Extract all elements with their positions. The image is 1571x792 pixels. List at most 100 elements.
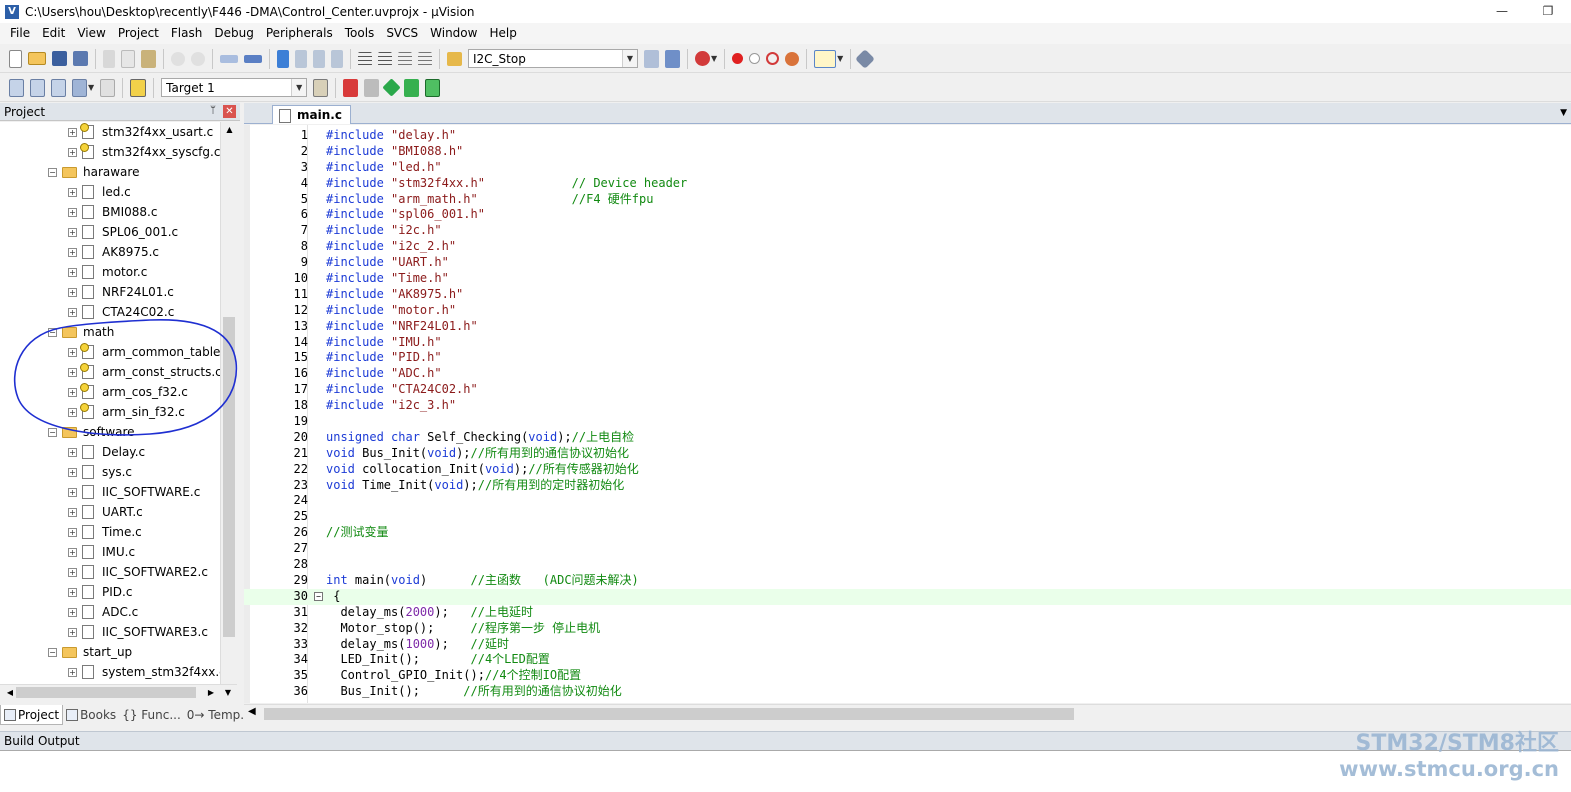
menu-item-project[interactable]: Project (112, 23, 165, 44)
expand-icon[interactable]: + (68, 447, 77, 457)
bookmark-prev-icon[interactable] (295, 49, 307, 68)
scroll-down-icon[interactable]: ▼ (220, 685, 236, 700)
tab-project[interactable]: Project (0, 705, 64, 725)
expand-icon[interactable]: + (68, 407, 77, 417)
chevron-down-icon[interactable]: ▼ (622, 50, 637, 67)
cut-icon[interactable] (103, 49, 115, 68)
expand-icon[interactable]: + (68, 667, 77, 677)
expand-icon[interactable]: + (68, 227, 77, 237)
paste-icon[interactable] (141, 49, 156, 68)
expand-icon[interactable]: + (68, 607, 77, 617)
open-folder-icon[interactable] (28, 52, 46, 65)
find-combo[interactable]: I2C_Stop ▼ (468, 49, 638, 68)
manage-rte-icon[interactable] (382, 78, 401, 97)
code-line[interactable]: 4 #include "stm32f4xx.h" // Device header (244, 176, 1571, 192)
code-line[interactable]: 31 delay_ms(2000); //上电延时 (244, 605, 1571, 621)
code-line[interactable]: 21 void Bus_Init(void);//所有用到的通信协议初始化 (244, 446, 1571, 462)
scroll-up-icon[interactable]: ▲ (221, 122, 238, 138)
expand-icon[interactable]: + (68, 587, 77, 597)
menu-item-edit[interactable]: Edit (36, 23, 71, 44)
expand-icon[interactable]: + (68, 567, 77, 577)
code-line[interactable]: 25 (244, 509, 1571, 525)
code-line[interactable]: 12 #include "motor.h" (244, 303, 1571, 319)
download-load-icon[interactable] (130, 78, 147, 97)
bookmark-insert-icon[interactable] (277, 49, 289, 68)
expand-icon[interactable]: + (68, 307, 77, 317)
tree-file-iic-software-c[interactable]: + IIC_SOFTWARE.c (68, 482, 200, 502)
code-line[interactable]: 15 #include "PID.h" (244, 350, 1571, 366)
code-line[interactable]: 26 //测试变量 (244, 525, 1571, 541)
editor-horizontal-scrollbar[interactable]: ◀ (244, 704, 1571, 722)
menu-item-file[interactable]: File (4, 23, 36, 44)
code-editor[interactable]: 1 #include "delay.h" 2 #include "BMI088.h" 3… (244, 125, 1571, 703)
chevron-down-icon[interactable]: ▼ (88, 83, 94, 92)
code-line[interactable]: 3 #include "led.h" (244, 160, 1571, 176)
tab-func[interactable]: {} Func... (119, 705, 184, 725)
expand-icon[interactable]: + (68, 287, 77, 297)
bookmark-clear-icon[interactable] (331, 49, 343, 68)
manage-project-items-icon[interactable] (343, 78, 359, 97)
chevron-down-icon[interactable]: ▼ (837, 54, 843, 63)
save-all-icon[interactable] (73, 51, 88, 66)
project-horizontal-scrollbar[interactable]: ◀ ▶ ▼ (0, 684, 237, 700)
code-line[interactable]: 24 (244, 493, 1571, 509)
bookmark-next-icon[interactable] (313, 49, 325, 68)
configure-wrench-icon[interactable] (855, 48, 876, 69)
tree-file-delay-c[interactable]: + Delay.c (68, 442, 145, 462)
expand-icon[interactable]: + (68, 367, 77, 377)
scroll-left-icon[interactable]: ◀ (248, 706, 256, 717)
code-line[interactable]: 32 Motor_stop(); //程序第一步 停止电机 (244, 621, 1571, 637)
stop-build-icon[interactable] (100, 78, 116, 97)
expand-icon[interactable]: + (68, 547, 77, 557)
tree-file-motor-c[interactable]: + motor.c (68, 262, 147, 282)
tree-file-led-c[interactable]: + led.c (68, 182, 131, 202)
tree-file-arm-cos-f32-c[interactable]: + arm_cos_f32.c (68, 382, 188, 402)
incremental-find-icon[interactable] (665, 49, 680, 68)
expand-icon[interactable]: + (68, 207, 77, 217)
tree-group-math[interactable]: − math (48, 322, 114, 342)
unindent-icon[interactable] (378, 51, 392, 66)
tab-list-icon[interactable]: ▼ (1560, 108, 1567, 118)
select-packs-icon[interactable] (364, 78, 380, 97)
tree-group-software[interactable]: − software (48, 422, 135, 442)
expand-icon[interactable]: + (68, 187, 77, 197)
indent-icon[interactable] (358, 51, 372, 66)
uncomment-icon[interactable] (418, 51, 432, 66)
collapse-icon[interactable]: − (48, 327, 57, 337)
tree-file-stm32f4xx-usart-c[interactable]: + stm32f4xx_usart.c (68, 122, 213, 142)
code-line[interactable]: 8 #include "i2c_2.h" (244, 239, 1571, 255)
expand-icon[interactable]: + (68, 387, 77, 397)
scrollbar-thumb[interactable] (16, 687, 196, 698)
expand-icon[interactable]: + (68, 487, 77, 497)
tree-file-iic-software3-c[interactable]: + IIC_SOFTWARE3.c (68, 622, 208, 642)
code-line[interactable]: 19 (244, 414, 1571, 430)
scrollbar-thumb[interactable] (264, 708, 1074, 720)
code-line[interactable]: 30− { (244, 588, 1571, 605)
tree-file-nrf24l01-c[interactable]: + NRF24L01.c (68, 282, 174, 302)
code-line[interactable]: 13 #include "NRF24L01.h" (244, 319, 1571, 335)
menu-item-flash[interactable]: Flash (165, 23, 208, 44)
scrollbar-thumb[interactable] (223, 317, 235, 637)
tab-main-c[interactable]: main.c (272, 105, 351, 124)
code-line[interactable]: 11 #include "AK8975.h" (244, 287, 1571, 303)
tree-file-system-stm32f4xx-c[interactable]: + system_stm32f4xx.c (68, 662, 220, 682)
tree-file-spl06-001-c[interactable]: + SPL06_001.c (68, 222, 178, 242)
expand-icon[interactable]: + (68, 507, 77, 517)
tree-file-imu-c[interactable]: + IMU.c (68, 542, 135, 562)
menu-item-peripherals[interactable]: Peripherals (260, 23, 339, 44)
code-line[interactable]: 27 (244, 541, 1571, 557)
code-line[interactable]: 2 #include "BMI088.h" (244, 144, 1571, 160)
tree-group-start-up[interactable]: − start_up (48, 642, 132, 662)
copy-icon[interactable] (121, 49, 135, 68)
menu-item-window[interactable]: Window (424, 23, 483, 44)
tree-group-haraware[interactable]: − haraware (48, 162, 139, 182)
expand-icon[interactable]: + (68, 267, 77, 277)
green-components-icon[interactable] (425, 78, 441, 97)
comment-icon[interactable] (398, 51, 412, 66)
tree-file-adc-c[interactable]: + ADC.c (68, 602, 138, 622)
new-file-icon[interactable] (9, 49, 22, 68)
tree-file-arm-const-structs-c[interactable]: + arm_const_structs.c (68, 362, 220, 382)
build-output-pane[interactable] (0, 750, 1571, 792)
expand-icon[interactable]: + (68, 627, 77, 637)
navigate-back-icon[interactable] (220, 54, 238, 63)
